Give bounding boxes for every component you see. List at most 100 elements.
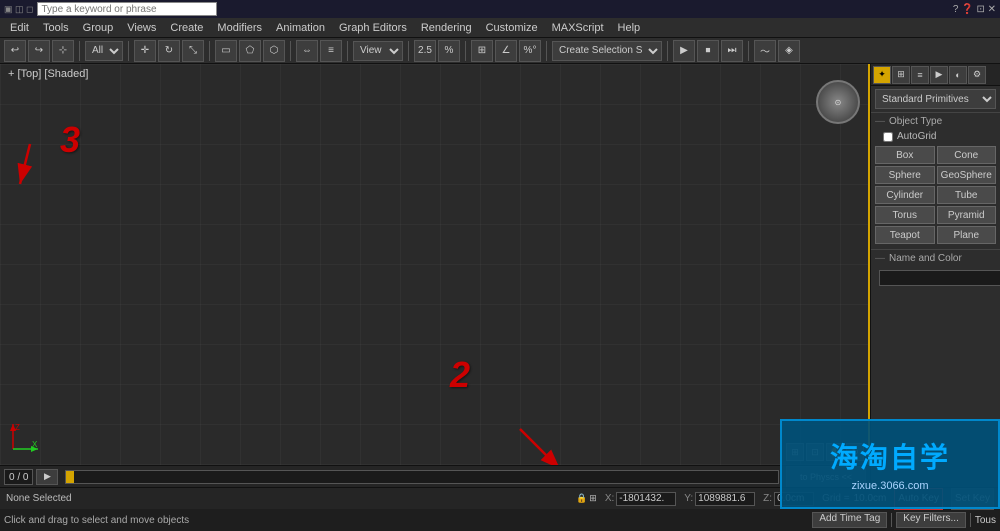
add-time-tag-btn[interactable]: Add Time Tag <box>812 512 887 528</box>
anim-bar: 0 / 0 ▶ to Physcs << <box>0 465 870 487</box>
tube-btn[interactable]: Tube <box>937 186 997 204</box>
rp-tab-display[interactable]: ◐ <box>949 66 967 84</box>
filter-dropdown[interactable]: All <box>85 41 123 61</box>
click-drag-text: Click and drag to select and move object… <box>4 515 189 526</box>
divider1 <box>79 41 80 61</box>
move-btn[interactable]: ✛ <box>134 40 156 62</box>
arrow-overlay <box>0 64 868 465</box>
key-filters-btn[interactable]: Key Filters... <box>896 512 966 528</box>
teapot-btn[interactable]: Teapot <box>875 226 935 244</box>
help-btn[interactable]: ? ❓ ⊡ ✕ <box>953 4 996 15</box>
divider-bottom2 <box>970 513 971 527</box>
rp-tab-motion[interactable]: ▶ <box>930 66 948 84</box>
divider6 <box>408 41 409 61</box>
primitives-dropdown[interactable]: Standard Primitives <box>875 89 996 109</box>
object-type-header: Object Type <box>875 116 996 127</box>
select-btn[interactable]: ⊹ <box>52 40 74 62</box>
svg-text:X: X <box>32 440 38 449</box>
rp-tab-create[interactable]: ✦ <box>873 66 891 84</box>
divider3 <box>209 41 210 61</box>
menu-modifiers[interactable]: Modifiers <box>211 21 268 35</box>
menu-create[interactable]: Create <box>164 21 209 35</box>
select-icon: ⊞ <box>589 493 597 504</box>
name-color-row <box>875 268 996 288</box>
tous-label: Tous <box>975 515 996 526</box>
menu-rendering[interactable]: Rendering <box>415 21 478 35</box>
compass-widget: ⊙ <box>816 80 860 124</box>
pyramid-btn[interactable]: Pyramid <box>937 206 997 224</box>
scale-btn[interactable]: ⤡ <box>182 40 204 62</box>
menu-animation[interactable]: Animation <box>270 21 331 35</box>
menu-group[interactable]: Group <box>77 21 120 35</box>
percent-btn[interactable]: % <box>438 40 460 62</box>
mirror-btn[interactable]: ⇔ <box>296 40 318 62</box>
titlebar: ▣ ◫ ◻ ? ❓ ⊡ ✕ <box>0 0 1000 18</box>
menubar: Edit Tools Group Views Create Modifiers … <box>0 18 1000 38</box>
rotate-btn[interactable]: ↻ <box>158 40 180 62</box>
timeline-track[interactable] <box>65 470 779 484</box>
pct-snap[interactable]: %° <box>519 40 541 62</box>
x-label: X: <box>605 493 614 504</box>
rp-tab-modify[interactable]: ⊞ <box>892 66 910 84</box>
rect-select[interactable]: ▭ <box>215 40 237 62</box>
cylinder-btn[interactable]: Cylinder <box>875 186 935 204</box>
menu-maxscript[interactable]: MAXScript <box>546 21 610 35</box>
undo-btn[interactable]: ↩ <box>4 40 26 62</box>
divider7 <box>465 41 466 61</box>
viewport[interactable]: + [Top] [Shaded] 3 2 <box>0 64 870 465</box>
redo-btn[interactable]: ↪ <box>28 40 50 62</box>
sphere-btn[interactable]: Sphere <box>875 166 935 184</box>
align-btn[interactable]: ≡ <box>320 40 342 62</box>
x-input[interactable] <box>616 492 676 506</box>
search-input[interactable] <box>37 2 217 16</box>
menu-customize[interactable]: Customize <box>480 21 544 35</box>
axis-indicator: Z X <box>8 419 43 457</box>
object-buttons: Box Cone Sphere GeoSphere Cylinder Tube … <box>875 146 996 244</box>
angle-snap[interactable]: ∠ <box>495 40 517 62</box>
stop-btn[interactable]: ⏹ <box>697 40 719 62</box>
axis-svg: Z X <box>8 419 43 454</box>
divider-bottom <box>891 513 892 527</box>
menu-views[interactable]: Views <box>121 21 162 35</box>
torus-btn[interactable]: Torus <box>875 206 935 224</box>
coord-btn[interactable]: 2.5 <box>414 40 436 62</box>
autogrid-checkbox[interactable] <box>883 132 893 142</box>
box-btn[interactable]: Box <box>875 146 935 164</box>
y-label: Y: <box>684 493 693 504</box>
annotation-2: 2 <box>450 354 470 396</box>
menu-graph-editors[interactable]: Graph Editors <box>333 21 413 35</box>
curve-btn[interactable]: 〜 <box>754 40 776 62</box>
anim-expand-btn[interactable]: ▶ <box>36 469 58 485</box>
name-field[interactable] <box>879 270 1000 286</box>
lasso-select[interactable]: ⬠ <box>239 40 261 62</box>
rp-tab-utilities[interactable]: ⚙ <box>968 66 986 84</box>
geosphere-btn[interactable]: GeoSphere <box>937 166 997 184</box>
snap-toggle[interactable]: ⊞ <box>471 40 493 62</box>
next-frame[interactable]: ⏭ <box>721 40 743 62</box>
menu-edit[interactable]: Edit <box>4 21 35 35</box>
watermark: 海淘自学 zixue.3066.com <box>780 419 1000 509</box>
cone-btn[interactable]: Cone <box>937 146 997 164</box>
selection-set-dropdown[interactable]: Create Selection S... <box>552 41 662 61</box>
rp-tabs: ✦ ⊞ ≡ ▶ ◐ ⚙ <box>871 64 1000 86</box>
coord-x-field: X: <box>605 492 676 506</box>
menu-help[interactable]: Help <box>612 21 647 35</box>
plane-btn[interactable]: Plane <box>937 226 997 244</box>
time-indicator <box>66 471 74 483</box>
autogrid-label: AutoGrid <box>897 131 936 142</box>
play-btn[interactable]: ▶ <box>673 40 695 62</box>
viewport-container: + [Top] [Shaded] 3 2 <box>0 64 870 487</box>
view-dropdown[interactable]: View <box>353 41 403 61</box>
divider10 <box>748 41 749 61</box>
compass-label: ⊙ <box>835 98 842 107</box>
svg-text:Z: Z <box>15 423 20 432</box>
divider5 <box>347 41 348 61</box>
frame-counter: 0 / 0 <box>4 469 33 485</box>
rp-tab-hierarchy[interactable]: ≡ <box>911 66 929 84</box>
object-type-section: Object Type AutoGrid Box Cone Sphere Geo… <box>871 112 1000 249</box>
menu-tools[interactable]: Tools <box>37 21 75 35</box>
dope-btn[interactable]: ◈ <box>778 40 800 62</box>
divider2 <box>128 41 129 61</box>
paint-select[interactable]: ⬡ <box>263 40 285 62</box>
y-input[interactable] <box>695 492 755 506</box>
